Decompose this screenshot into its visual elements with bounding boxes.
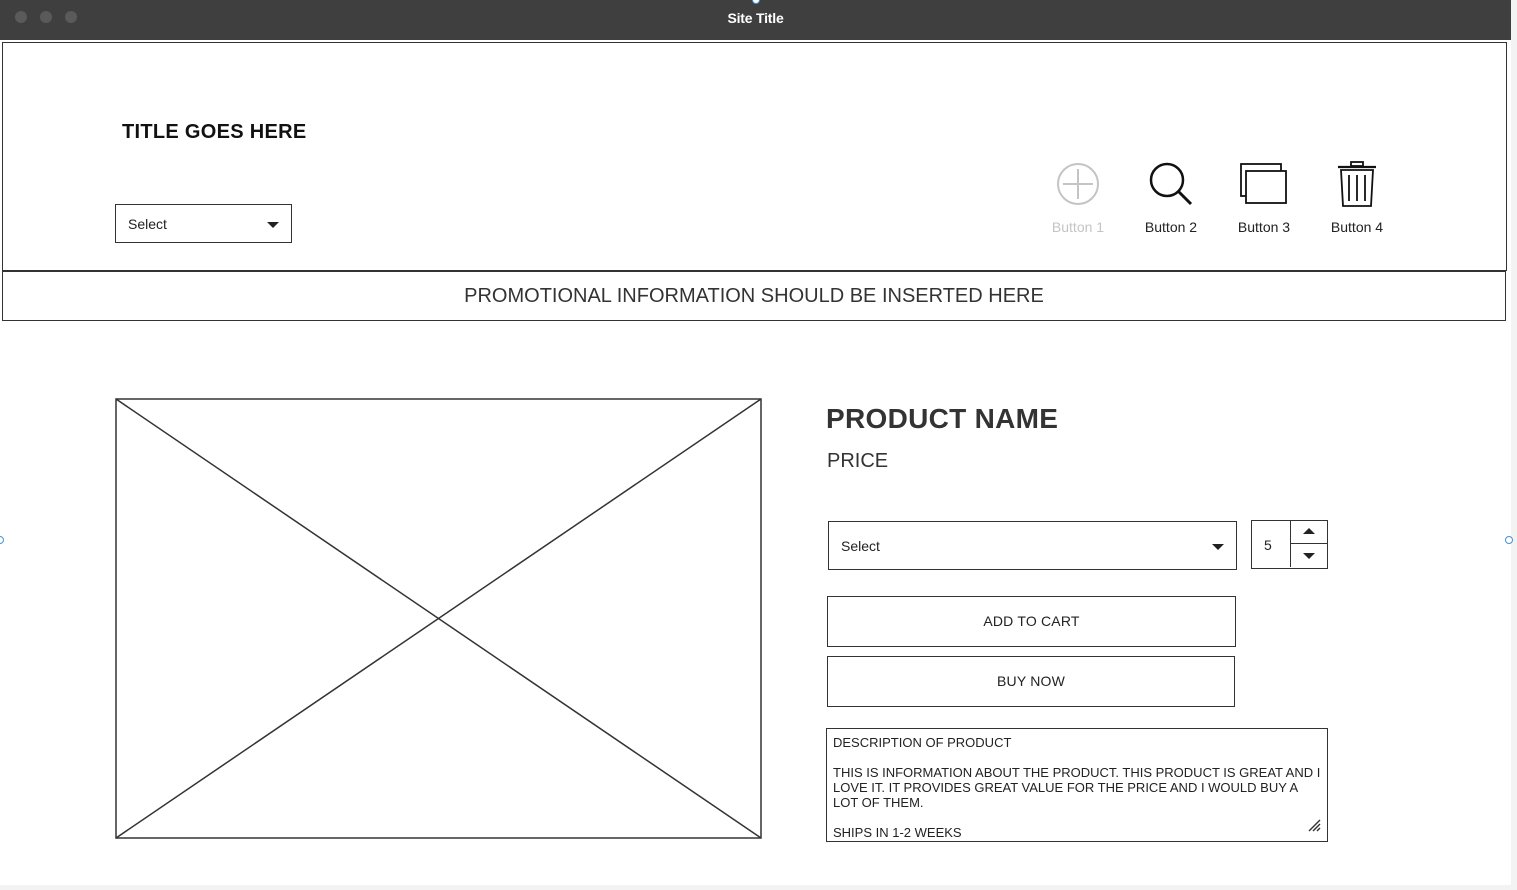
button-1[interactable]: Button 1: [1038, 161, 1118, 241]
promo-banner: PROMOTIONAL INFORMATION SHOULD BE INSERT…: [2, 271, 1506, 321]
plus-circle-icon: [1038, 161, 1118, 207]
add-to-cart-button[interactable]: ADD TO CART: [827, 596, 1236, 647]
quantity-decrement-button[interactable]: [1291, 544, 1328, 567]
quantity-stepper[interactable]: 5: [1251, 520, 1328, 569]
product-description-textarea[interactable]: DESCRIPTION OF PRODUCT THIS IS INFORMATI…: [826, 728, 1328, 842]
title-bar: Site Title: [0, 0, 1511, 40]
search-icon: [1131, 161, 1211, 207]
page-header: TITLE GOES HERE Select Button 1 Button 2…: [2, 42, 1507, 271]
shipping-info: SHIPS IN 1-2 WEEKS: [833, 825, 962, 840]
button-4-label: Button 4: [1330, 219, 1384, 235]
chevron-down-icon: [267, 221, 279, 228]
header-select-label: Select: [128, 215, 167, 232]
trash-icon: [1317, 161, 1397, 207]
description-body: THIS IS INFORMATION ABOUT THE PRODUCT. T…: [833, 765, 1321, 810]
button-4[interactable]: Button 4: [1317, 161, 1397, 241]
buy-now-button[interactable]: BUY NOW: [827, 656, 1235, 707]
windows-icon: [1224, 161, 1304, 207]
product-name: PRODUCT NAME: [826, 403, 1059, 434]
button-3[interactable]: Button 3: [1224, 161, 1304, 241]
browser-window: Site Title TITLE GOES HERE Select Button…: [0, 0, 1511, 885]
stepper-arrows: [1290, 521, 1328, 567]
variant-select-label: Select: [841, 537, 880, 554]
site-title: Site Title: [727, 10, 784, 26]
chevron-down-icon: [1212, 543, 1224, 550]
selection-handle[interactable]: [1505, 536, 1513, 544]
quantity-value[interactable]: 5: [1264, 537, 1272, 553]
chevron-up-icon: [1303, 528, 1315, 534]
resize-grip-icon[interactable]: [1307, 818, 1321, 835]
button-2[interactable]: Button 2: [1131, 161, 1211, 241]
header-select[interactable]: Select: [115, 204, 292, 243]
page-title: TITLE GOES HERE: [122, 121, 307, 143]
chevron-down-icon: [1303, 553, 1315, 559]
description-heading: DESCRIPTION OF PRODUCT: [833, 735, 1012, 750]
button-3-label: Button 3: [1237, 219, 1291, 235]
button-2-label: Button 2: [1144, 219, 1198, 235]
variant-select[interactable]: Select: [828, 521, 1237, 570]
button-1-label: Button 1: [1051, 219, 1105, 235]
product-price: PRICE: [827, 450, 889, 472]
quantity-increment-button[interactable]: [1291, 521, 1328, 544]
product-image-placeholder: [115, 398, 762, 839]
